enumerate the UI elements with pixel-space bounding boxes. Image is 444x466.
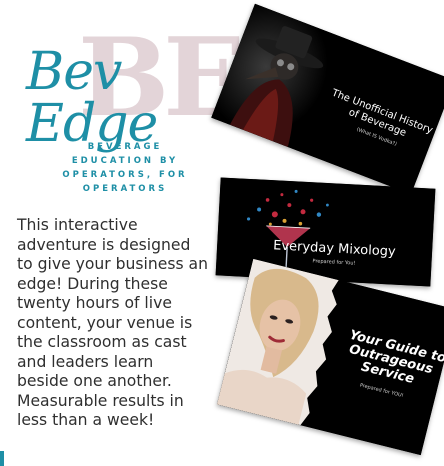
bevedge-logo: BE Bev Edge xyxy=(20,20,246,150)
splashing-cocktail-image xyxy=(215,177,436,287)
tagline-line: OPERATORS xyxy=(82,184,168,194)
description-line: content, your venue is xyxy=(17,313,193,332)
description-line: the classroom as cast xyxy=(17,333,187,351)
course-card-mixology: Everyday Mixology Prepared for You! xyxy=(215,177,436,287)
description-line: and leaders learn xyxy=(17,352,154,371)
edge-accent-mark xyxy=(0,451,4,466)
plague-doctor-image xyxy=(211,3,444,195)
tagline-line: BEVERAGE xyxy=(87,142,163,152)
description-line: edge! During these xyxy=(17,274,168,293)
description-line: beside one another. xyxy=(17,372,172,390)
description-line: less than a week! xyxy=(17,411,155,429)
description-line: This interactive xyxy=(17,216,138,234)
logo-tagline: BEVERAGE EDUCATION BY OPERATORS, FOR OPE… xyxy=(40,140,210,196)
course-card-history: The Unofficial History of Beverage (What… xyxy=(211,3,444,195)
logo-script-wordmark: Bev Edge xyxy=(26,42,158,154)
description-line: twenty hours of live xyxy=(17,294,172,312)
tagline-line: OPERATORS, FOR xyxy=(62,170,188,180)
description-line: Measurable results in xyxy=(17,391,184,410)
course-card-service: Your Guide to Outrageous Service Prepare… xyxy=(216,258,444,456)
tagline-line: EDUCATION BY xyxy=(71,156,179,166)
description-line: adventure is designed xyxy=(17,235,191,254)
program-description: This interactive adventure is designed t… xyxy=(17,216,229,431)
description-line: to give your business an xyxy=(17,255,209,273)
